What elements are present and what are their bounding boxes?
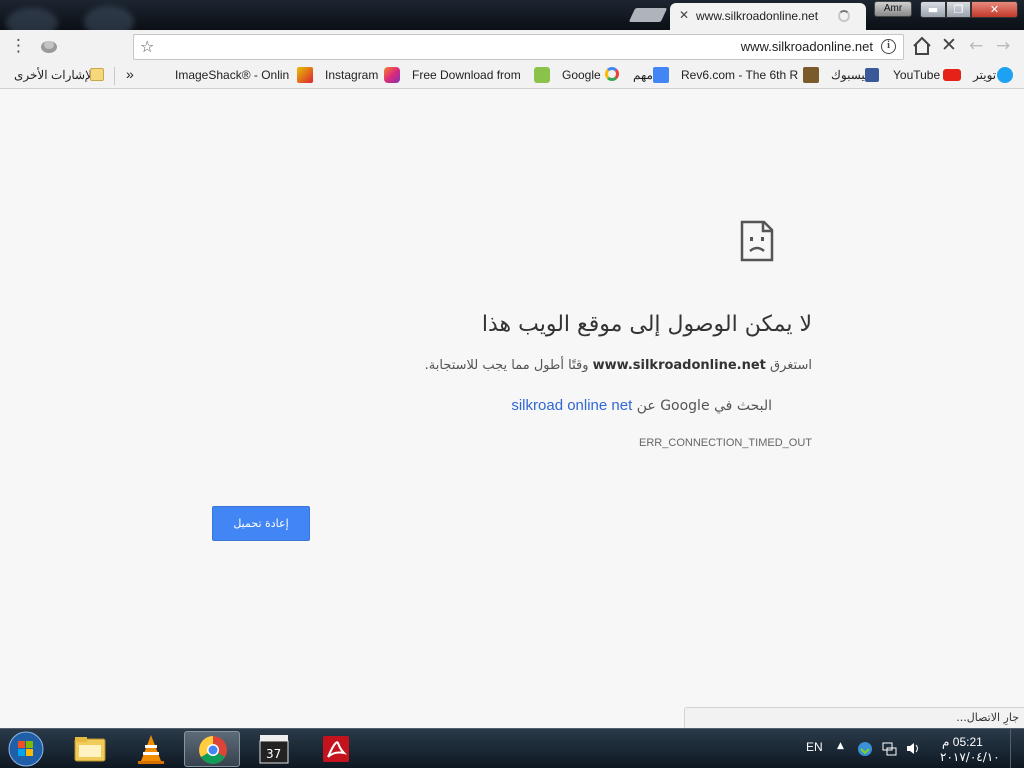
other-bookmarks-label[interactable]: الإشارات الأخرى — [14, 68, 95, 82]
instagram-icon[interactable] — [384, 67, 400, 83]
bookmark-label[interactable]: ImageShack® - Onlin — [175, 68, 289, 82]
bookmarks-overflow-button[interactable]: » — [126, 66, 134, 82]
taskbar-file-explorer[interactable] — [62, 731, 118, 767]
error-description-prefix: استغرق — [770, 358, 812, 373]
profile-button[interactable]: Amr — [874, 1, 912, 17]
bookmark-label[interactable]: مهم — [633, 68, 653, 82]
taskbar-video-editor[interactable]: 37 — [246, 731, 302, 767]
close-window-button[interactable]: ✕ — [971, 1, 1018, 18]
bookmarks-bar: الإشارات الأخرى » ImageShack® - Onlin In… — [0, 63, 1024, 89]
bookmark-star-icon[interactable]: ☆ — [140, 37, 154, 56]
bookmark-label[interactable]: تويتر — [973, 68, 996, 82]
new-tab-button[interactable] — [628, 8, 668, 22]
network-icon[interactable] — [881, 741, 897, 756]
tab-loading-spinner-icon — [838, 10, 850, 22]
status-bubble: جارِ الاتصال... — [684, 707, 1024, 728]
android-download-icon[interactable] — [534, 67, 550, 83]
forward-arrow-icon[interactable]: ← — [969, 36, 983, 56]
error-heading: لا يمكن الوصول إلى موقع الويب هذا — [481, 312, 812, 337]
youtube-icon[interactable] — [943, 69, 961, 81]
bookmarks-separator — [114, 67, 115, 85]
clapperboard-icon: 37 — [259, 735, 289, 764]
clock-date[interactable]: ٢٠١٧/٠٤/١٠ — [940, 750, 1000, 764]
home-icon[interactable] — [912, 36, 932, 56]
taskbar-google-chrome[interactable] — [184, 731, 240, 767]
chrome-logo-icon — [199, 736, 227, 764]
google-icon[interactable] — [605, 67, 619, 81]
tray-expand-arrow-icon[interactable]: ▲ — [837, 741, 844, 751]
desktop-glow-decoration — [6, 8, 58, 30]
extension-icon[interactable] — [40, 38, 58, 54]
desktop-glow-decoration — [84, 6, 134, 30]
language-indicator[interactable]: EN — [806, 740, 823, 754]
twitter-icon[interactable] — [997, 67, 1013, 83]
facebook-icon[interactable] — [865, 68, 879, 82]
tab-title: www.silkroadonline.net — [696, 9, 819, 23]
search-suggestion-link[interactable]: silkroad online net — [511, 397, 632, 414]
site-info-icon[interactable]: i — [881, 39, 896, 54]
minimize-button[interactable]: ▬ — [920, 1, 946, 18]
bookmark-label[interactable]: Instagram — [325, 68, 378, 82]
translate-icon[interactable] — [653, 67, 669, 83]
reload-button[interactable]: إعادة تحميل — [212, 506, 310, 541]
search-suggestion-prefix: البحث في Google عن — [636, 398, 772, 414]
stop-loading-icon[interactable]: ✕ — [941, 34, 957, 56]
taskbar-vlc[interactable] — [123, 731, 179, 767]
sad-page-icon — [740, 220, 774, 262]
browser-tab[interactable]: ✕ www.silkroadonline.net — [670, 3, 866, 30]
window-title-bar: ✕ www.silkroadonline.net Amr ▬ ❐ ✕ — [0, 0, 1024, 30]
imageshack-icon[interactable] — [297, 67, 313, 83]
bookmark-label[interactable]: YouTube — [893, 68, 940, 82]
windows-taskbar: 37 EN ▲ 05:21 م ٢٠١٧/٠٤/١٠ — [0, 728, 1024, 768]
error-host: www.silkroadonline.net — [592, 358, 766, 373]
bookmark-label[interactable]: Rev6.com - The 6th R — [681, 68, 798, 82]
error-description-suffix: وقتًا أطول مما يجب للاستجابة. — [424, 358, 589, 373]
svg-text:37: 37 — [266, 747, 281, 761]
bookmark-label[interactable]: Google — [562, 68, 601, 82]
acrobat-icon — [323, 736, 349, 762]
taskbar-adobe-acrobat[interactable] — [308, 731, 364, 767]
error-description: استغرق www.silkroadonline.net وقتًا أطول… — [425, 358, 812, 373]
chrome-menu-icon[interactable]: ⋮ — [10, 36, 27, 56]
download-manager-tray-icon[interactable] — [857, 741, 873, 756]
status-text: جارِ الاتصال... — [956, 711, 1019, 724]
tab-close-icon[interactable]: ✕ — [679, 8, 689, 22]
show-desktop-button[interactable] — [1010, 729, 1024, 768]
search-suggestion: البحث في Google عن silkroad online net — [511, 397, 772, 414]
browser-toolbar: ⋮ ☆ www.silkroadonline.net i — [0, 30, 1024, 63]
volume-icon[interactable] — [905, 741, 921, 756]
start-button-icon[interactable] — [5, 730, 47, 768]
error-code: ERR_CONNECTION_TIMED_OUT — [639, 437, 812, 449]
maximize-button[interactable]: ❐ — [946, 1, 971, 18]
folder-icon[interactable] — [90, 68, 104, 81]
error-page: لا يمكن الوصول إلى موقع الويب هذا استغرق… — [0, 90, 1024, 707]
bookmark-label[interactable]: Free Download from — [412, 68, 521, 82]
clock-time[interactable]: 05:21 م — [942, 735, 983, 749]
vlc-cone-icon — [138, 735, 164, 764]
address-bar[interactable]: ☆ www.silkroadonline.net i — [133, 34, 904, 60]
url-text[interactable]: www.silkroadonline.net — [741, 39, 873, 54]
rev6-icon[interactable] — [803, 67, 819, 83]
folder-icon — [74, 737, 106, 762]
back-arrow-icon[interactable]: → — [996, 36, 1010, 56]
